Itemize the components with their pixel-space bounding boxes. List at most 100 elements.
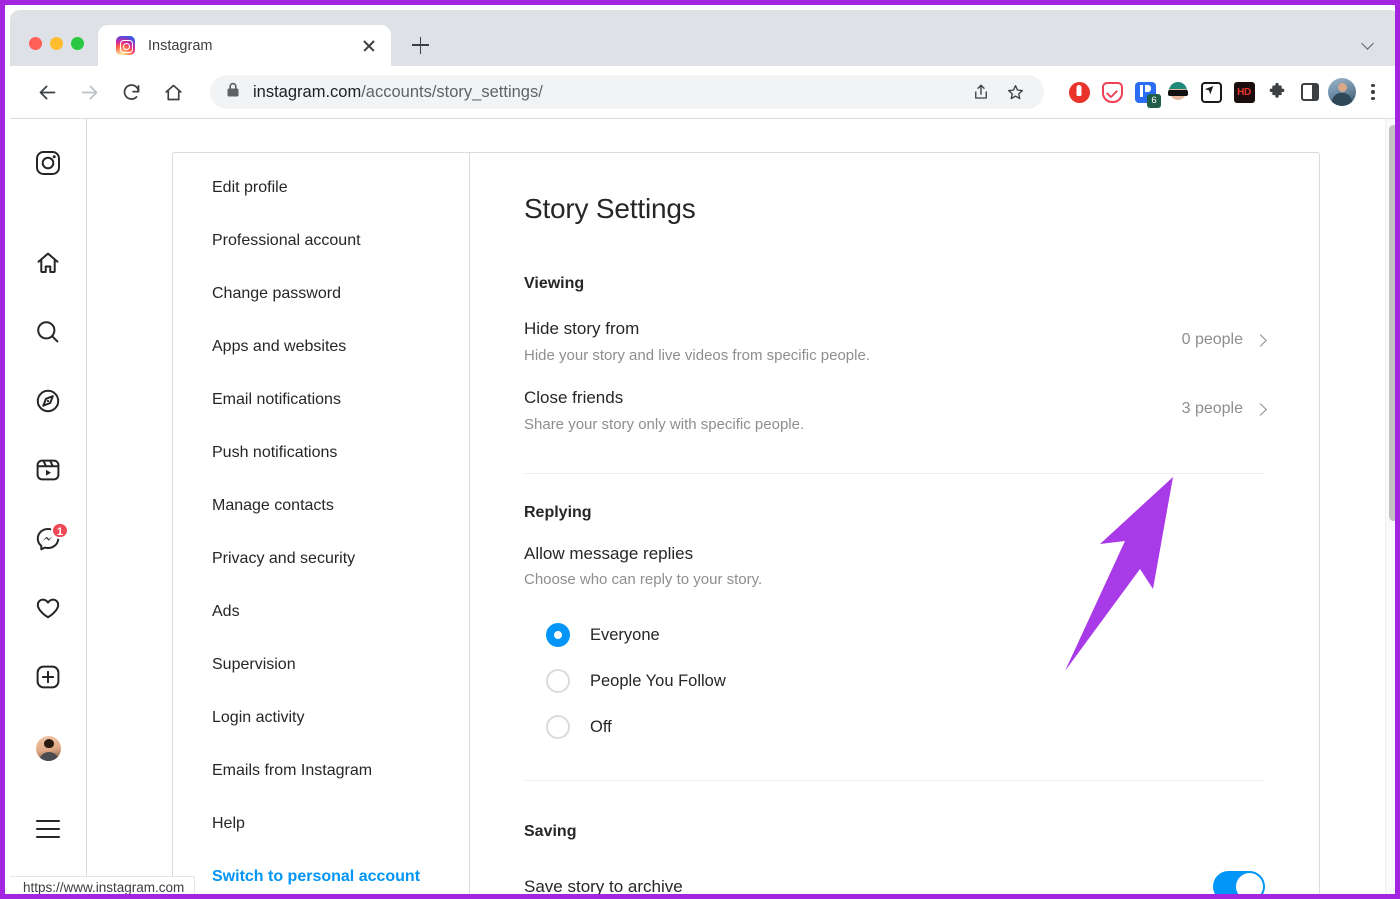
tab-strip: Instagram [10, 10, 1400, 66]
reply-option-everyone[interactable]: Everyone [524, 612, 1265, 658]
profile-avatar [36, 736, 61, 761]
save-story-to-archive-title: Save story to archive [524, 875, 1213, 899]
replying-section-heading: Replying [524, 504, 1265, 522]
switch-to-personal-account-link[interactable]: Switch to personal account [173, 850, 469, 899]
close-friends-row[interactable]: Close friends Share your story only with… [524, 382, 1265, 451]
adblock-icon[interactable] [1064, 77, 1094, 107]
close-friends-subtitle: Share your story only with specific peop… [524, 413, 1182, 437]
close-friends-title: Close friends [524, 386, 1182, 410]
hd-icon[interactable]: HD [1229, 77, 1259, 107]
instagram-sidebar: 1 [10, 119, 87, 899]
allow-message-replies-subtitle: Choose who can reply to your story. [524, 568, 1265, 592]
browser-window: Instagram [10, 10, 1400, 899]
saving-section-heading: Saving [524, 823, 1265, 841]
reply-option-people-you-follow[interactable]: People You Follow [524, 658, 1265, 704]
settings-menu-item-emails-from-instagram[interactable]: Emails from Instagram [173, 744, 469, 797]
sidebar-item-instagram-logo[interactable] [26, 143, 70, 187]
tab-search-chevron-down-icon[interactable] [1356, 30, 1382, 56]
story-settings-pane: Story Settings Viewing Hide story from H… [470, 153, 1319, 899]
status-bar-tooltip: https://www.instagram.com [10, 876, 195, 899]
extension-badge-count: 6 [1147, 94, 1161, 108]
hide-story-from-row[interactable]: Hide story from Hide your story and live… [524, 313, 1265, 382]
page-viewport: 1 [10, 118, 1400, 899]
settings-menu-item-email-notifications[interactable]: Email notifications [173, 373, 469, 426]
back-arrow-icon[interactable] [30, 75, 64, 109]
close-tab-icon[interactable] [357, 34, 381, 58]
sidebar-item-notifications[interactable] [26, 588, 70, 632]
settings-menu: Edit profile Professional account Change… [173, 153, 470, 899]
blue-doc-icon[interactable]: 6 [1130, 77, 1160, 107]
maximize-window-button[interactable] [71, 37, 84, 50]
omnibox-actions [966, 77, 1030, 107]
share-icon[interactable] [966, 77, 996, 107]
reload-icon[interactable] [114, 75, 148, 109]
sidebar-item-more[interactable] [26, 807, 70, 851]
home-icon[interactable] [156, 75, 190, 109]
reply-option-off[interactable]: Off [524, 704, 1265, 750]
browser-tab[interactable]: Instagram [98, 25, 391, 66]
sidebar-item-messages[interactable]: 1 [26, 519, 70, 563]
send-icon[interactable] [1196, 77, 1226, 107]
settings-menu-item-manage-contacts[interactable]: Manage contacts [173, 479, 469, 532]
settings-menu-item-login-activity[interactable]: Login activity [173, 691, 469, 744]
radio-everyone[interactable] [546, 623, 570, 647]
settings-menu-item-change-password[interactable]: Change password [173, 267, 469, 320]
profile-avatar[interactable] [1328, 78, 1356, 106]
radio-people-you-follow[interactable] [546, 669, 570, 693]
lock-icon [226, 82, 240, 103]
page-scrollbar-thumb[interactable] [1389, 125, 1398, 521]
side-panel-icon[interactable] [1295, 77, 1325, 107]
settings-menu-item-apps-and-websites[interactable]: Apps and websites [173, 320, 469, 373]
settings-menu-item-push-notifications[interactable]: Push notifications [173, 426, 469, 479]
heart-notifications-icon [35, 595, 61, 626]
bookmark-star-icon[interactable] [1000, 77, 1030, 107]
chevron-right-icon [1254, 403, 1267, 416]
puzzle-extensions-icon[interactable] [1262, 77, 1292, 107]
minimize-window-button[interactable] [50, 37, 63, 50]
window-controls [10, 37, 98, 66]
reply-option-everyone-label: Everyone [590, 626, 660, 645]
sidebar-item-reels[interactable] [26, 450, 70, 494]
url-path: /accounts/story_settings/ [361, 83, 543, 101]
mask-icon[interactable] [1163, 77, 1193, 107]
settings-menu-item-edit-profile[interactable]: Edit profile [173, 161, 469, 214]
close-friends-value[interactable]: 3 people [1182, 386, 1265, 418]
hide-story-from-count: 0 people [1182, 331, 1243, 349]
hide-story-from-title: Hide story from [524, 317, 1182, 341]
browser-toolbar: instagram.com/accounts/story_settings/ 6 [10, 66, 1400, 118]
page-title: Story Settings [524, 193, 1265, 225]
save-story-to-archive-toggle[interactable] [1213, 871, 1265, 899]
search-icon [35, 319, 61, 350]
instagram-favicon-icon [116, 36, 135, 55]
reels-icon [35, 457, 61, 488]
url-text: instagram.com/accounts/story_settings/ [253, 83, 543, 102]
settings-menu-item-privacy-and-security[interactable]: Privacy and security [173, 532, 469, 585]
close-window-button[interactable] [29, 37, 42, 50]
radio-off[interactable] [546, 715, 570, 739]
tab-title: Instagram [148, 38, 357, 54]
instagram-logo-icon [35, 150, 61, 181]
new-tab-button[interactable] [405, 30, 435, 60]
viewing-section-heading: Viewing [524, 275, 1265, 293]
reply-option-people-you-follow-label: People You Follow [590, 672, 726, 691]
kebab-menu-icon[interactable] [1360, 77, 1386, 107]
sidebar-item-create[interactable] [26, 657, 70, 701]
address-bar[interactable]: instagram.com/accounts/story_settings/ [210, 75, 1044, 109]
settings-menu-item-supervision[interactable]: Supervision [173, 638, 469, 691]
settings-menu-item-professional-account[interactable]: Professional account [173, 214, 469, 267]
settings-menu-item-help[interactable]: Help [173, 797, 469, 850]
page-scrollbar[interactable] [1385, 119, 1400, 899]
sidebar-item-profile[interactable] [26, 726, 70, 770]
extensions-bar: 6 HD [1054, 77, 1325, 107]
sidebar-item-explore[interactable] [26, 381, 70, 425]
sidebar-item-search[interactable] [26, 312, 70, 356]
url-host: instagram.com [253, 83, 361, 101]
forward-arrow-icon[interactable] [72, 75, 106, 109]
sidebar-item-home[interactable] [26, 243, 70, 287]
pocket-icon[interactable] [1097, 77, 1127, 107]
settings-menu-item-ads[interactable]: Ads [173, 585, 469, 638]
save-story-to-archive-row[interactable]: Save story to archive [524, 867, 1265, 899]
section-divider [524, 780, 1265, 781]
close-friends-count: 3 people [1182, 400, 1243, 418]
hide-story-from-value[interactable]: 0 people [1182, 317, 1265, 349]
